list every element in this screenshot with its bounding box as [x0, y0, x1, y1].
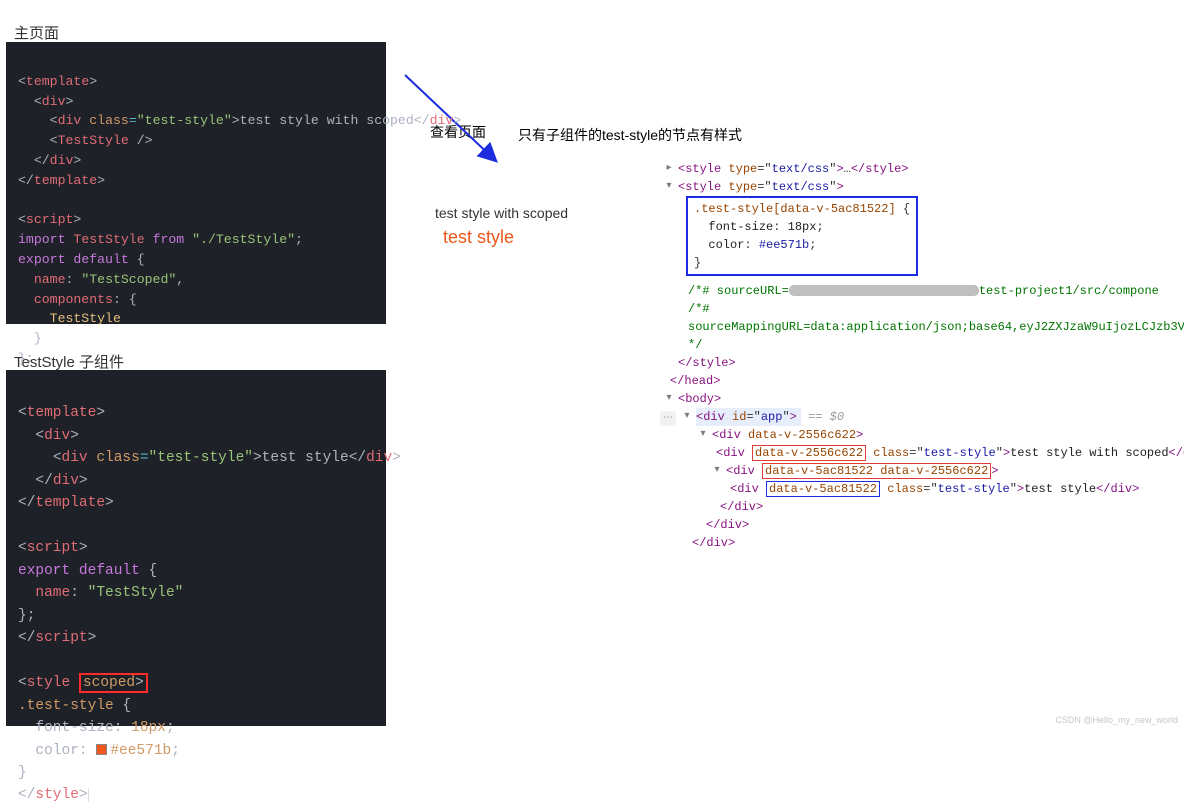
watermark: CSDN @Hello_my_new_world	[1055, 715, 1178, 725]
attr-highlight-blue: data-v-5ac81522	[766, 481, 880, 497]
rendered-line1: test style with scoped	[435, 205, 568, 221]
code-main: <template> <div> <div class="test-style"…	[6, 42, 386, 324]
collapse-icon[interactable]: ▾	[694, 427, 712, 442]
expand-icon[interactable]: ▸	[660, 161, 678, 176]
rendered-preview: test style with scoped test style	[435, 205, 568, 248]
title-main: 主页面	[14, 22, 59, 43]
selected-element[interactable]: <div id="app">	[696, 408, 801, 426]
attr-highlight-red: data-v-5ac81522 data-v-2556c622	[762, 463, 991, 479]
code-child: <template> <div> <div class="test-style"…	[6, 370, 386, 726]
collapse-icon[interactable]: ▾	[660, 179, 678, 194]
devtools-panel[interactable]: ▸<style type="text/css">…</style> ▾<styl…	[660, 160, 1180, 552]
label-note: 只有子组件的test-style的节点有样式	[518, 125, 742, 145]
collapse-icon[interactable]: ▾	[678, 409, 696, 424]
css-rule-highlight: .test-style[data-v-5ac81522] { font-size…	[686, 196, 918, 276]
color-swatch-icon	[96, 744, 107, 755]
scoped-highlight: scoped>	[79, 673, 148, 693]
collapse-icon[interactable]: ▾	[708, 463, 726, 478]
attr-highlight-red: data-v-2556c622	[752, 445, 866, 461]
collapse-icon[interactable]: ▾	[660, 391, 678, 406]
redacted-path	[789, 285, 979, 296]
rendered-line2: test style	[443, 227, 568, 248]
source-url-comment: /*# sourceURL=	[688, 284, 789, 298]
ellipsis-icon[interactable]: ⋯	[660, 411, 676, 426]
